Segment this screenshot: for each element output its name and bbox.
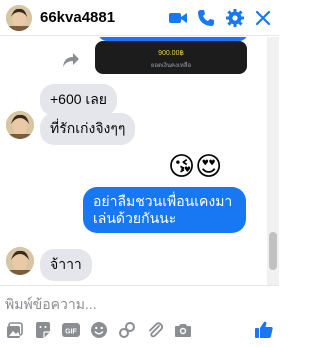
outgoing-message-line: อย่าลืมชวนเพื่อนเคงมา xyxy=(93,193,233,209)
gif-sticker-icon[interactable] xyxy=(34,321,52,339)
chat-header: 66kva4881 xyxy=(0,0,279,36)
image-caption: ยอดเงินคงเหลือ xyxy=(150,63,192,69)
close-icon[interactable] xyxy=(253,8,273,28)
outgoing-message: อย่าลืมชวนเพื่อนเคงมา เล่นด้วยกันนะ xyxy=(83,187,246,233)
shared-image[interactable]: 900.00฿ ยอดเงินคงเหลือ xyxy=(95,41,247,74)
emoji-message: 😘😍 xyxy=(168,151,223,181)
contact-name[interactable]: 66kva4881 xyxy=(40,9,115,26)
share-icon[interactable] xyxy=(62,52,80,68)
game-icon[interactable] xyxy=(118,321,136,339)
image-amount: 900.00฿ xyxy=(158,50,184,57)
photo-icon[interactable] xyxy=(6,321,24,339)
message-list[interactable]: 900.00฿ ยอดเงินคงเหลือ +600 เลย ที่รักเก… xyxy=(0,37,279,285)
incoming-message: +600 เลย xyxy=(40,84,117,116)
outgoing-message-line: เล่นด้วยกันนะ xyxy=(93,210,177,226)
scrollbar-thumb[interactable] xyxy=(269,232,277,270)
contact-avatar[interactable] xyxy=(6,5,32,31)
attach-icon[interactable] xyxy=(146,321,164,339)
emoji-icon[interactable] xyxy=(90,321,108,339)
composer: GIF xyxy=(0,285,279,347)
contact-avatar-small[interactable] xyxy=(6,111,34,139)
incoming-message: จ้าาา xyxy=(40,249,92,281)
video-call-icon[interactable] xyxy=(168,8,188,28)
contact-avatar-small[interactable] xyxy=(6,247,34,275)
like-icon[interactable] xyxy=(254,320,274,340)
gif-icon[interactable]: GIF xyxy=(62,321,80,339)
camera-icon[interactable] xyxy=(174,321,192,339)
message-input[interactable] xyxy=(5,294,265,314)
svg-text:GIF: GIF xyxy=(65,329,77,336)
incoming-message: ที่รักเก่งจิงๆๆ xyxy=(40,113,136,145)
gear-icon[interactable] xyxy=(225,8,245,28)
phone-icon[interactable] xyxy=(196,8,216,28)
